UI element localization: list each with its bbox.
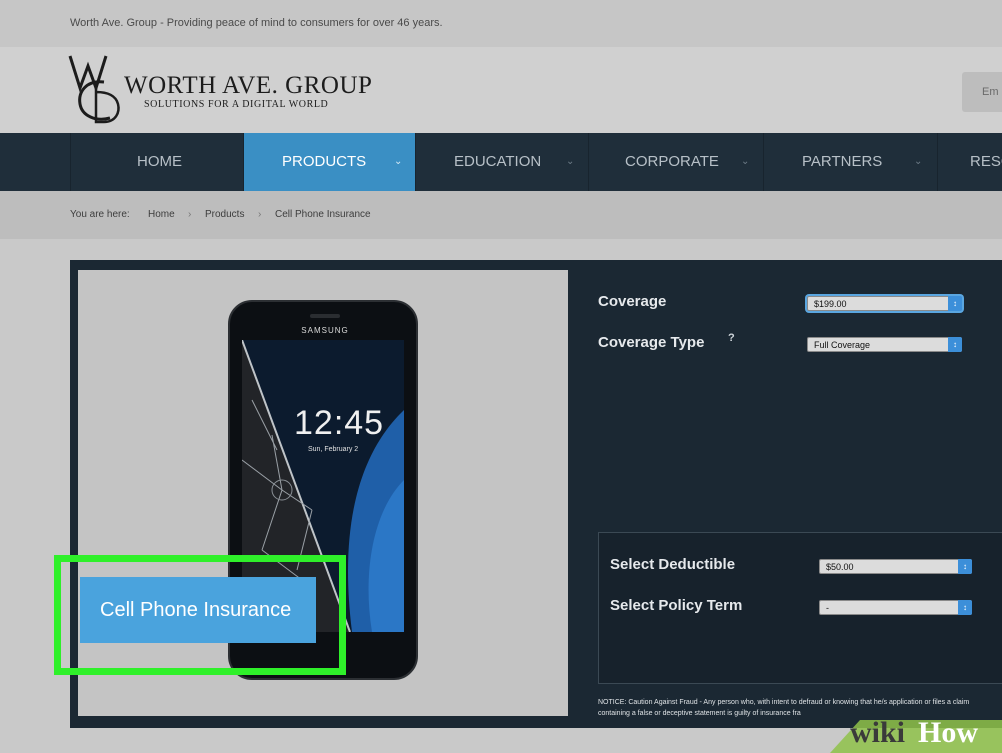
nav-products[interactable]: PRODUCTS ⌄ — [243, 133, 416, 191]
site-tagline: Worth Ave. Group - Providing peace of mi… — [70, 17, 443, 29]
email-field[interactable]: Em — [962, 72, 1002, 112]
breadcrumb-current: Cell Phone Insurance — [275, 209, 371, 220]
policy-term-select-value: - — [826, 603, 829, 613]
nav-resources[interactable]: RESO — [937, 133, 1002, 191]
phone-brand: SAMSUNG — [301, 326, 349, 335]
deductible-select[interactable]: $50.00 ↕ — [819, 559, 972, 574]
breadcrumb-separator-icon: › — [258, 209, 262, 220]
select-arrows-icon: ↕ — [958, 559, 972, 574]
chevron-down-icon: ⌄ — [741, 156, 750, 167]
nav-education[interactable]: EDUCATION ⌄ — [415, 133, 589, 191]
phone-earpiece — [310, 314, 340, 318]
nav-products-label: PRODUCTS — [282, 153, 367, 170]
coverage-label: Coverage — [598, 293, 667, 310]
nav-corporate[interactable]: CORPORATE ⌄ — [588, 133, 764, 191]
nav-home[interactable]: HOME — [70, 133, 244, 191]
nav-partners[interactable]: PARTNERS ⌄ — [763, 133, 938, 191]
chevron-down-icon: ⌄ — [394, 156, 403, 167]
select-arrows-icon: ↕ — [958, 600, 972, 615]
select-arrows-icon: ↕ — [948, 296, 962, 311]
page: Worth Ave. Group - Providing peace of mi… — [0, 0, 1002, 753]
company-logo[interactable] — [66, 52, 126, 124]
nav-partners-label: PARTNERS — [802, 153, 883, 170]
policy-term-label: Select Policy Term — [610, 597, 743, 614]
highlight-box — [54, 555, 346, 675]
nav-home-label: HOME — [137, 153, 182, 170]
top-bar: Worth Ave. Group - Providing peace of mi… — [0, 0, 1002, 47]
breadcrumb-products[interactable]: Products — [205, 209, 244, 220]
breadcrumb-home[interactable]: Home — [148, 209, 175, 220]
deductible-label: Select Deductible — [610, 556, 736, 573]
watermark-wiki: wiki — [850, 716, 906, 749]
chevron-down-icon: ⌄ — [914, 156, 923, 167]
wikihow-watermark: wiki How — [830, 712, 1002, 753]
watermark-how: How — [918, 716, 978, 749]
chevron-down-icon: ⌄ — [566, 156, 575, 167]
breadcrumb-separator-icon: › — [188, 209, 192, 220]
phone-clock: 12:45 — [294, 404, 385, 442]
nav-corporate-label: CORPORATE — [625, 153, 719, 170]
policy-term-select[interactable]: - ↕ — [819, 600, 972, 615]
brand-name: WORTH AVE. GROUP — [124, 72, 373, 99]
coverage-type-select[interactable]: Full Coverage ↕ — [807, 337, 962, 352]
coverage-select[interactable]: $199.00 ↕ — [807, 296, 962, 311]
coverage-type-select-value: Full Coverage — [814, 340, 871, 350]
help-icon[interactable]: ? — [728, 332, 742, 346]
breadcrumb-prefix: You are here: — [70, 209, 130, 220]
coverage-select-value: $199.00 — [814, 299, 847, 309]
main-nav: HOME PRODUCTS ⌄ EDUCATION ⌄ CORPORATE ⌄ … — [0, 133, 1002, 191]
select-arrows-icon: ↕ — [948, 337, 962, 352]
breadcrumb: You are here: Home › Products › Cell Pho… — [0, 191, 1002, 239]
email-placeholder: Em — [982, 86, 999, 98]
brand-tagline: SOLUTIONS FOR A DIGITAL WORLD — [144, 99, 329, 110]
deductible-select-value: $50.00 — [826, 562, 854, 572]
phone-date: Sun, February 2 — [308, 446, 359, 453]
coverage-type-label: Coverage Type — [598, 334, 705, 351]
nav-resources-label: RESO — [970, 153, 1002, 170]
nav-education-label: EDUCATION — [454, 153, 542, 170]
